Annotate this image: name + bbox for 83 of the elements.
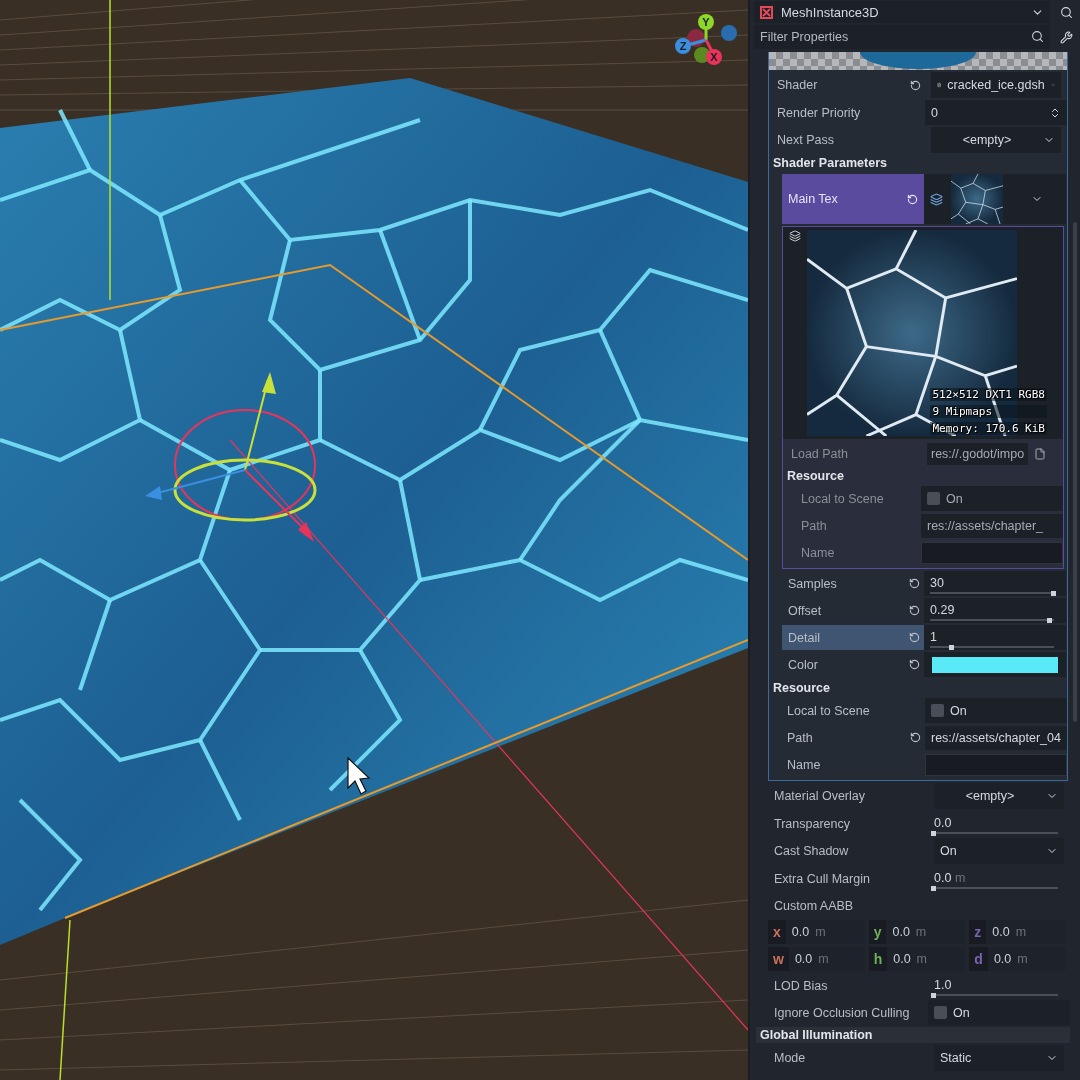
section-header: Global Illumination bbox=[756, 1027, 1070, 1043]
property-label: Path bbox=[801, 518, 827, 533]
resource-picker[interactable]: cracked_ice.gdsh bbox=[931, 72, 1061, 98]
revert-icon[interactable] bbox=[909, 632, 920, 643]
checkbox[interactable] bbox=[931, 704, 944, 717]
axis-handle[interactable] bbox=[675, 38, 691, 54]
path-field: res://.godot/impo bbox=[927, 442, 1029, 465]
property-label: Render Priority bbox=[777, 105, 861, 120]
dropdown[interactable]: Static bbox=[934, 1045, 1064, 1071]
texture-icon bbox=[930, 192, 943, 206]
property-label: Samples bbox=[788, 576, 837, 591]
property-label: Detail bbox=[788, 630, 820, 645]
property-label: Name bbox=[801, 545, 835, 560]
axis-label: Y bbox=[702, 16, 710, 28]
revert-icon[interactable] bbox=[910, 732, 921, 743]
section-header: Resource bbox=[786, 468, 845, 484]
empty-text-field[interactable] bbox=[921, 541, 1063, 564]
dropdown[interactable]: On bbox=[934, 838, 1064, 864]
property-label: Custom AABB bbox=[774, 898, 854, 913]
vector-field[interactable]: w 0.0 m bbox=[768, 947, 865, 971]
filter-field[interactable]: Filter Properties bbox=[754, 25, 1050, 49]
texture-info: Memory: 170.6 KiB bbox=[930, 422, 1047, 435]
resource-dropdown[interactable]: <empty> bbox=[931, 127, 1061, 153]
text-field[interactable]: res://assets/chapter_04 bbox=[925, 725, 1067, 750]
spin-arrows-icon[interactable] bbox=[1049, 106, 1061, 119]
property-label: Color bbox=[788, 657, 818, 672]
revert-icon[interactable] bbox=[909, 578, 920, 589]
texture-info: 512×512 DXT1 RGB8 bbox=[930, 388, 1047, 401]
property-label: Load Path bbox=[791, 446, 848, 461]
property-label: Mode bbox=[774, 1051, 806, 1065]
property-label: Local to Scene bbox=[801, 491, 884, 506]
section-header: Shader Parameters bbox=[772, 155, 888, 171]
axis-handle[interactable] bbox=[706, 49, 722, 65]
vector-field[interactable]: y 0.0 m bbox=[868, 920, 966, 944]
color-swatch[interactable] bbox=[932, 656, 1058, 673]
checkbox-label: On bbox=[946, 491, 963, 506]
revert-icon[interactable] bbox=[909, 605, 920, 616]
empty-text-field[interactable] bbox=[925, 753, 1067, 776]
axis-label: Z bbox=[679, 40, 687, 52]
property-label: Offset bbox=[788, 603, 822, 618]
vector-field[interactable]: h 0.0 m bbox=[868, 947, 966, 971]
property-label: Shader bbox=[777, 78, 818, 92]
property-label: Cast Shadow bbox=[774, 844, 849, 858]
property-label: Local to Scene bbox=[787, 703, 870, 718]
wrench-icon bbox=[1059, 30, 1073, 44]
section-header: Resource bbox=[772, 680, 831, 696]
property-label: Next Pass bbox=[777, 133, 834, 147]
property-label: Name bbox=[787, 757, 821, 772]
number-field[interactable]: 0 bbox=[925, 100, 1067, 125]
revert-icon[interactable] bbox=[909, 659, 920, 670]
resource-dropdown[interactable]: <empty> bbox=[934, 783, 1064, 809]
vector-field[interactable]: z 0.0 m bbox=[969, 920, 1066, 944]
transform-gizmo-drawing[interactable] bbox=[145, 372, 317, 542]
property-label[interactable]: Main Tex bbox=[782, 174, 924, 224]
texture-info: 9 Mipmaps bbox=[930, 405, 1047, 418]
property-label: Ignore Occlusion Culling bbox=[774, 1005, 910, 1020]
texture-thumbnail bbox=[951, 174, 1003, 224]
property-label: Material Overlay bbox=[774, 789, 865, 803]
layers-icon bbox=[789, 230, 801, 242]
property-label: LOD Bias bbox=[774, 978, 828, 993]
revert-icon[interactable] bbox=[910, 79, 921, 91]
property-label: Path bbox=[787, 730, 813, 745]
vector-field[interactable]: d 0.0 m bbox=[969, 947, 1066, 971]
view-axis-gizmo[interactable]: Y Z X bbox=[675, 14, 737, 65]
checkbox[interactable] bbox=[927, 492, 940, 505]
search-icon bbox=[1059, 5, 1073, 19]
checkbox-label: On bbox=[950, 703, 967, 718]
text-field[interactable]: res://assets/chapter_ bbox=[921, 513, 1063, 538]
node-selector[interactable]: MeshInstance3D bbox=[754, 1, 1050, 23]
search-icon bbox=[1031, 30, 1044, 43]
mouse-cursor-icon bbox=[347, 756, 371, 795]
checkbox[interactable] bbox=[934, 1006, 947, 1019]
revert-icon[interactable] bbox=[907, 193, 918, 205]
mesh-node-icon bbox=[760, 5, 773, 19]
property-label: Extra Cull Margin bbox=[774, 871, 870, 886]
property-label: Transparency bbox=[774, 816, 850, 831]
slider-field[interactable]: 0.0 m bbox=[934, 868, 1064, 889]
slider-field[interactable]: 1.0 bbox=[934, 975, 1064, 996]
slider-field[interactable]: 0.0 bbox=[934, 813, 1064, 834]
vector-field[interactable]: x 0.0 m bbox=[768, 920, 865, 944]
checkbox-label: On bbox=[953, 1005, 970, 1020]
axis-label: X bbox=[710, 51, 718, 63]
axis-handle[interactable] bbox=[698, 14, 714, 30]
